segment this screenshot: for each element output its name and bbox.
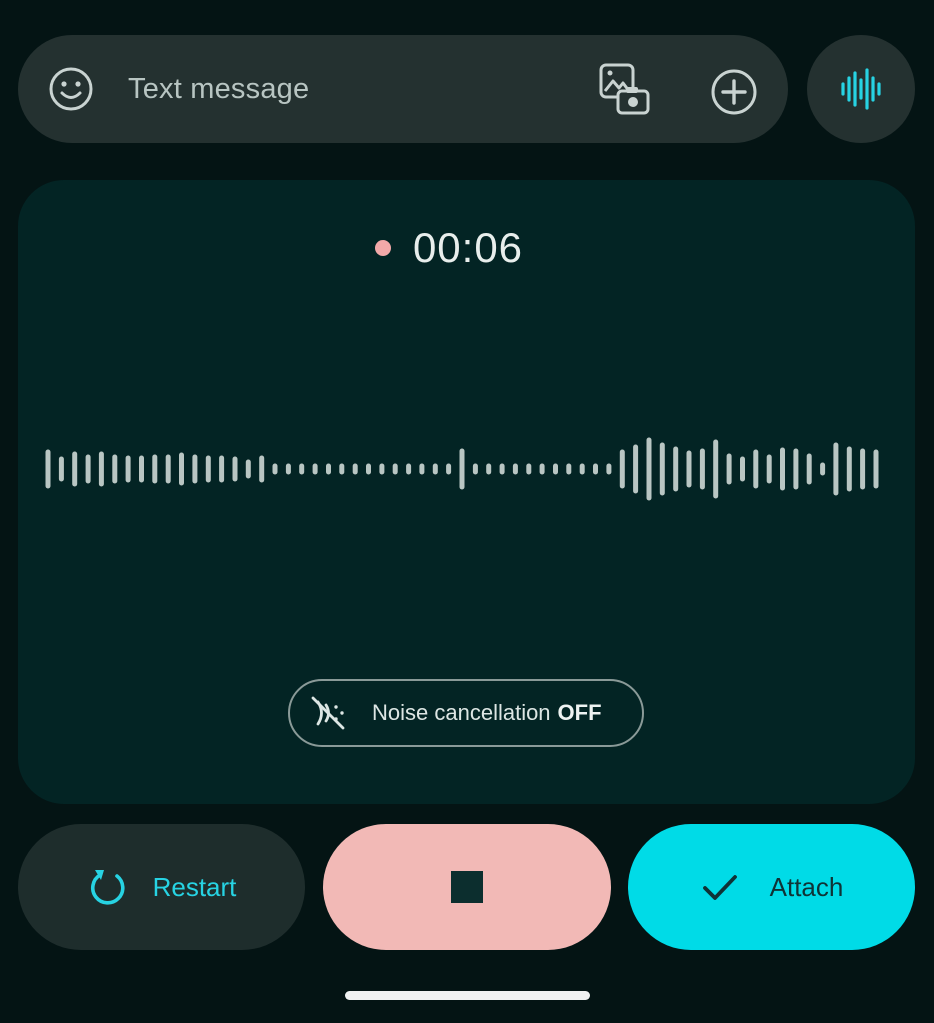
noise-cancellation-state: OFF — [557, 700, 602, 725]
audio-waveform — [45, 437, 879, 501]
stop-icon — [451, 871, 483, 903]
voice-record-button[interactable] — [807, 35, 915, 143]
attach-label: Attach — [769, 871, 844, 902]
gallery-camera-icon — [599, 63, 650, 115]
check-icon — [702, 875, 737, 900]
restart-icon — [90, 870, 125, 905]
timer-text: 00:06 — [412, 224, 524, 271]
attach-button[interactable]: Attach — [628, 824, 915, 950]
noise-cancellation-label: Noise cancellation — [372, 700, 551, 725]
recording-indicator-dot — [374, 240, 391, 256]
add-attachment-button[interactable] — [708, 66, 760, 118]
compose-bar: Text message — [18, 35, 788, 143]
noise-cancellation-toggle[interactable]: Noise cancellation OFF — [288, 679, 644, 747]
add-circle-icon — [711, 69, 757, 115]
restart-button[interactable]: Restart — [18, 824, 305, 950]
restart-label: Restart — [152, 871, 237, 902]
noise-cancellation-off-icon — [308, 692, 350, 734]
emoji-smile-icon — [49, 67, 93, 111]
stop-recording-button[interactable] — [323, 824, 611, 950]
recording-timer: 00:06 — [0, 222, 934, 274]
voice-waveform-icon — [841, 68, 881, 110]
home-indicator[interactable] — [345, 991, 590, 1000]
gallery-button[interactable] — [594, 59, 654, 119]
text-message-input[interactable]: Text message — [128, 35, 309, 143]
emoji-button[interactable] — [48, 66, 94, 112]
